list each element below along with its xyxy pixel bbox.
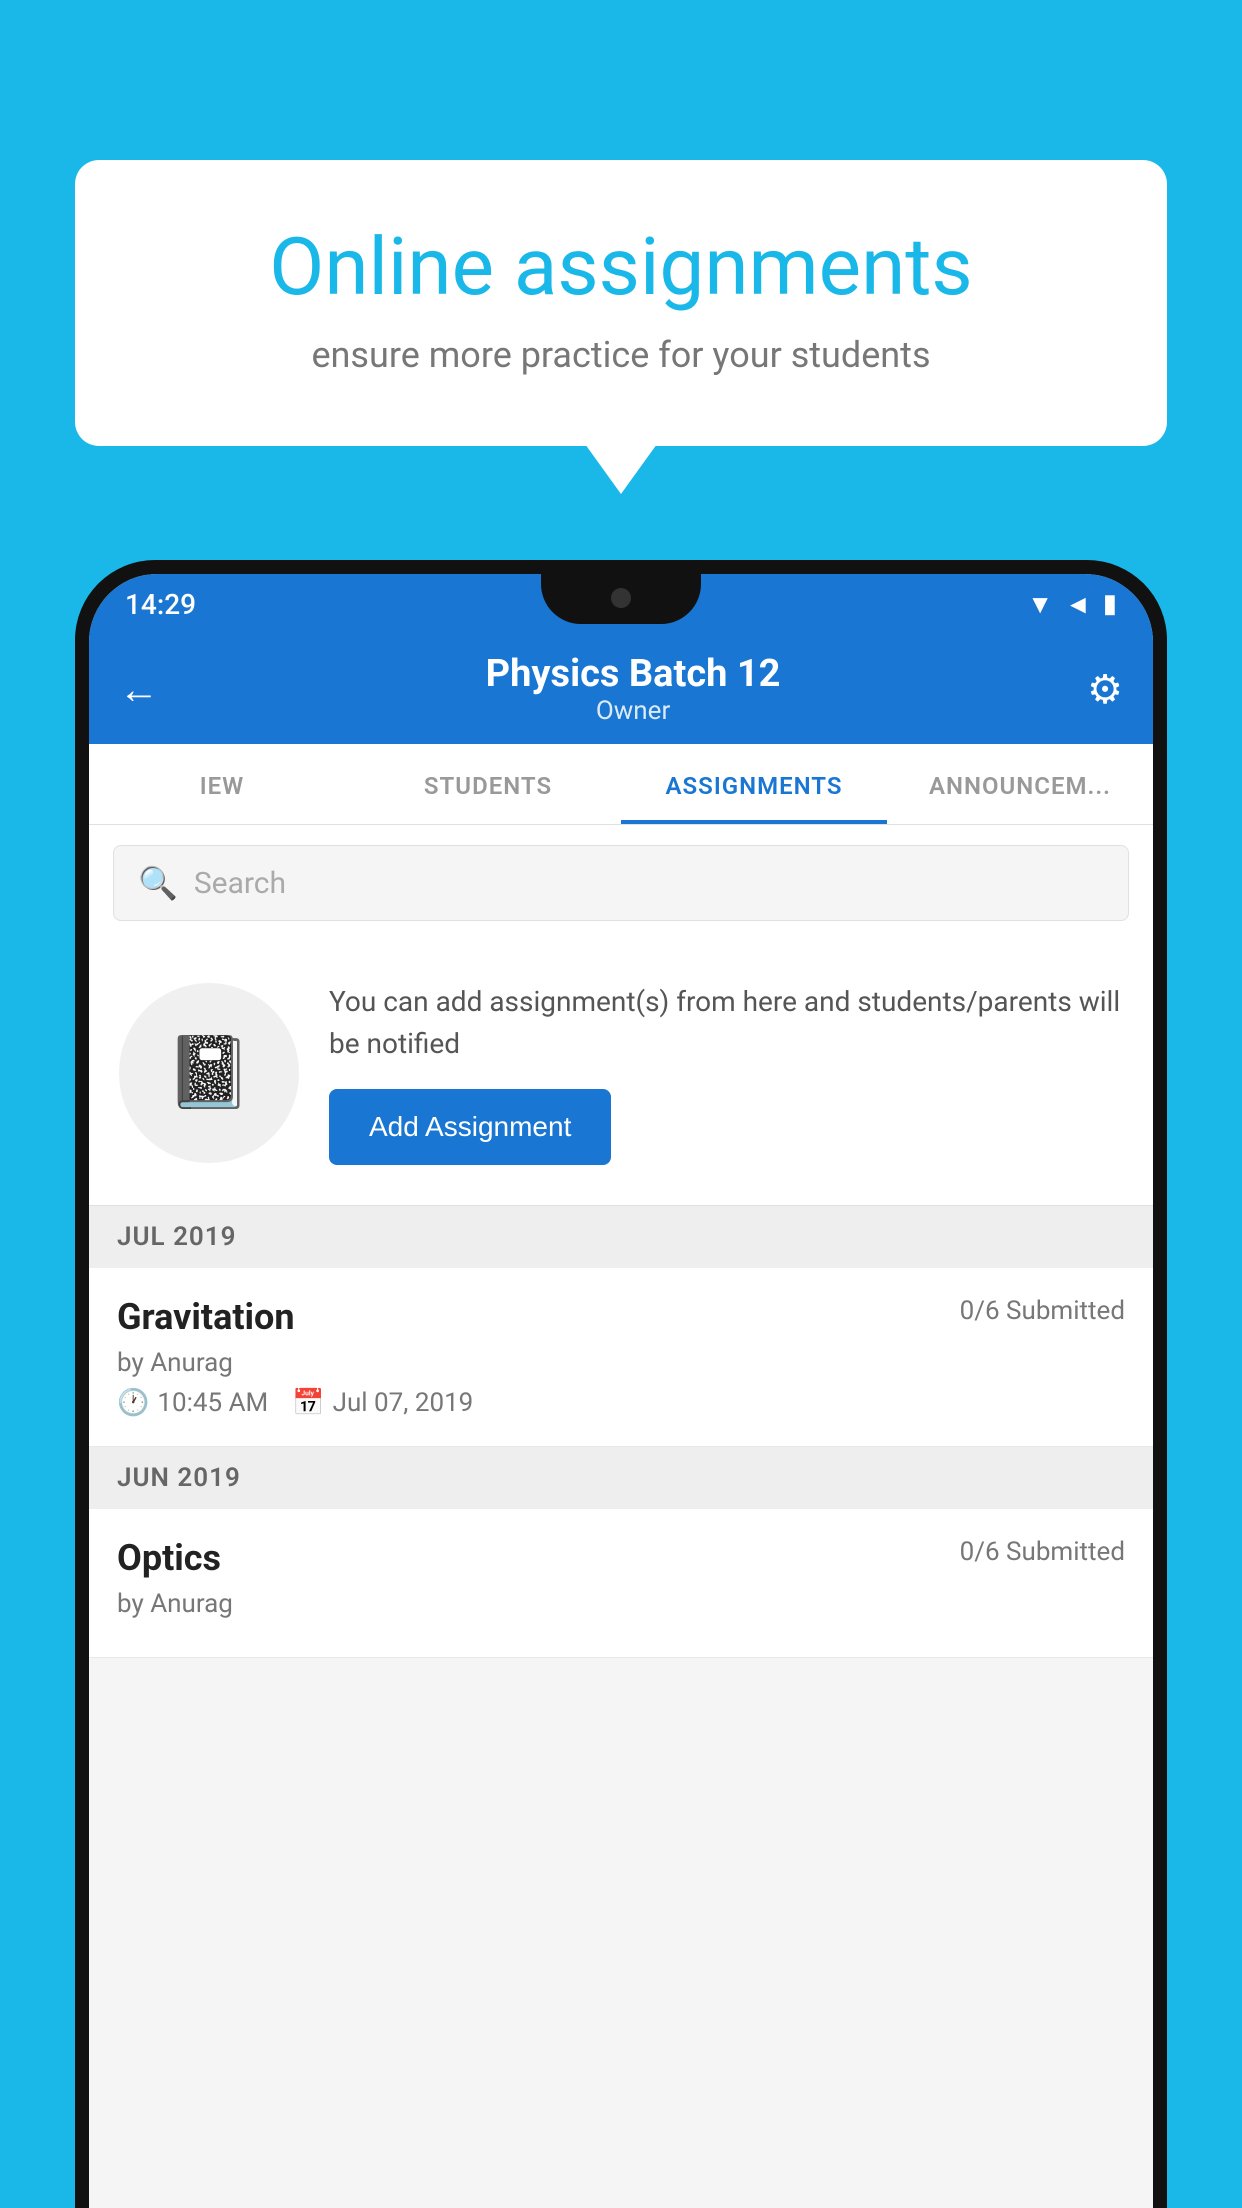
optics-by: by Anurag <box>117 1589 1125 1619</box>
wifi-icon: ▼ <box>1027 589 1053 620</box>
assignment-meta: 🕐 10:45 AM 📅 Jul 07, 2019 <box>117 1388 1125 1418</box>
tabs-bar: IEW STUDENTS ASSIGNMENTS ANNOUNCEM... <box>89 744 1153 825</box>
phone-inner: 14:29 ▼ ◄ ▮ ← Physics Batch 12 Owner ⚙ I… <box>89 574 1153 2208</box>
notebook-icon: 📓 <box>165 1032 252 1114</box>
promo-content: You can add assignment(s) from here and … <box>329 981 1123 1165</box>
app-bar-title: Physics Batch 12 <box>179 652 1087 696</box>
signal-icon: ◄ <box>1065 589 1091 620</box>
optics-title: Optics <box>117 1537 221 1579</box>
app-bar: ← Physics Batch 12 Owner ⚙ <box>89 634 1153 744</box>
promo-card: 📓 You can add assignment(s) from here an… <box>89 941 1153 1206</box>
promo-text: You can add assignment(s) from here and … <box>329 981 1123 1065</box>
search-input[interactable]: Search <box>194 866 286 901</box>
tab-announcements[interactable]: ANNOUNCEM... <box>887 744 1153 824</box>
calendar-icon: 📅 <box>292 1388 324 1418</box>
status-time: 14:29 <box>125 588 196 621</box>
meta-time: 🕐 10:45 AM <box>117 1388 268 1418</box>
content-area: 🔍 Search 📓 You can add assignment(s) fro… <box>89 825 1153 2179</box>
date-value: Jul 07, 2019 <box>333 1388 474 1418</box>
assignment-by: by Anurag <box>117 1348 1125 1378</box>
back-button[interactable]: ← <box>119 666 159 713</box>
speech-bubble-title: Online assignments <box>155 220 1087 314</box>
search-bar[interactable]: 🔍 Search <box>113 845 1129 921</box>
assignment-item-gravitation[interactable]: Gravitation 0/6 Submitted by Anurag 🕐 10… <box>89 1268 1153 1447</box>
phone-notch <box>541 574 701 624</box>
search-container: 🔍 Search <box>89 825 1153 941</box>
phone-mockup: 14:29 ▼ ◄ ▮ ← Physics Batch 12 Owner ⚙ I… <box>75 560 1167 2208</box>
app-bar-subtitle: Owner <box>179 696 1087 726</box>
promo-icon-circle: 📓 <box>119 983 299 1163</box>
settings-icon[interactable]: ⚙ <box>1087 666 1123 713</box>
section-header-jul: JUL 2019 <box>89 1206 1153 1268</box>
optics-submitted: 0/6 Submitted <box>960 1537 1125 1567</box>
speech-bubble: Online assignments ensure more practice … <box>75 160 1167 446</box>
assignment-submitted: 0/6 Submitted <box>960 1296 1125 1326</box>
assignment-item-optics[interactable]: Optics 0/6 Submitted by Anurag <box>89 1509 1153 1658</box>
front-camera <box>611 588 631 608</box>
assignment-title: Gravitation <box>117 1296 295 1338</box>
assignment-header: Gravitation 0/6 Submitted <box>117 1296 1125 1338</box>
app-bar-title-area: Physics Batch 12 Owner <box>179 652 1087 726</box>
status-icons: ▼ ◄ ▮ <box>1027 589 1117 620</box>
speech-bubble-container: Online assignments ensure more practice … <box>75 160 1167 446</box>
meta-date: 📅 Jul 07, 2019 <box>292 1388 473 1418</box>
tab-view[interactable]: IEW <box>89 744 355 824</box>
section-header-jun: JUN 2019 <box>89 1447 1153 1509</box>
battery-icon: ▮ <box>1103 589 1117 619</box>
search-icon: 🔍 <box>138 864 178 902</box>
phone-screen: 14:29 ▼ ◄ ▮ ← Physics Batch 12 Owner ⚙ I… <box>89 574 1153 2208</box>
speech-bubble-subtitle: ensure more practice for your students <box>155 334 1087 376</box>
time-value: 10:45 AM <box>157 1388 268 1418</box>
optics-assignment-header: Optics 0/6 Submitted <box>117 1537 1125 1579</box>
clock-icon: 🕐 <box>117 1388 149 1418</box>
tab-assignments[interactable]: ASSIGNMENTS <box>621 744 887 824</box>
add-assignment-button[interactable]: Add Assignment <box>329 1089 611 1165</box>
status-bar: 14:29 ▼ ◄ ▮ <box>89 574 1153 634</box>
tab-students[interactable]: STUDENTS <box>355 744 621 824</box>
